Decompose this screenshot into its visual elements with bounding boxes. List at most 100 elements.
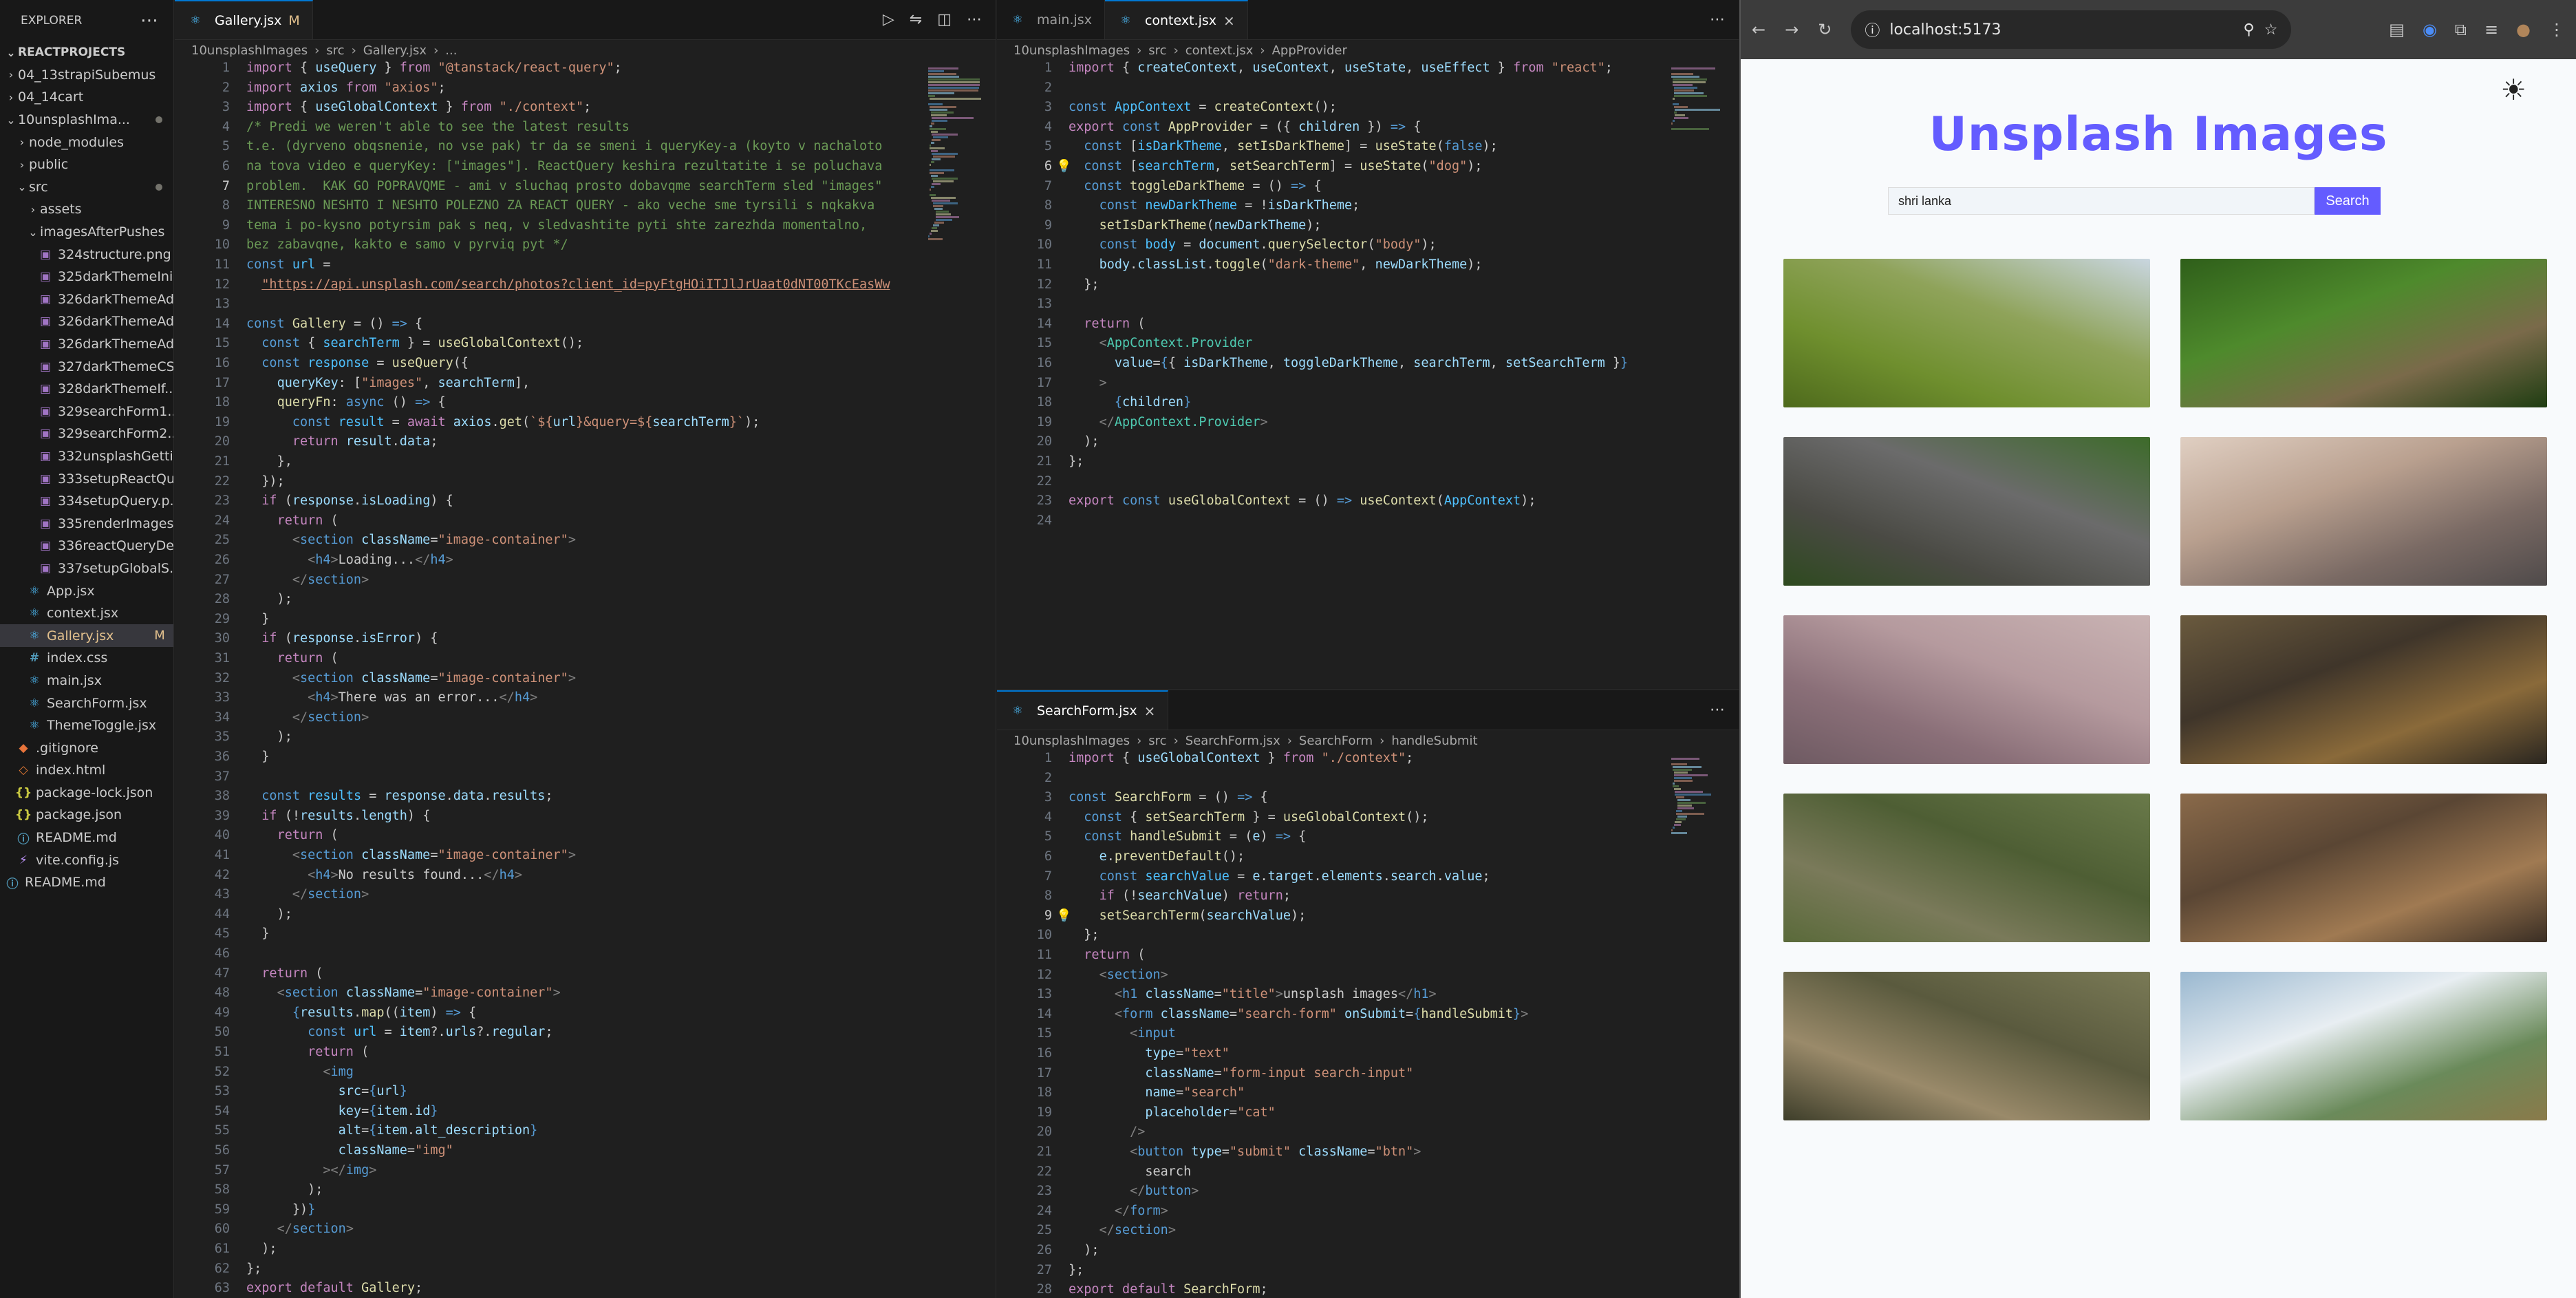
code-area[interactable]: 1 import { useGlobalContext } from "./con… — [997, 751, 1739, 1298]
breadcrumb-item[interactable]: 10unsplashImages — [191, 43, 308, 58]
tree-file[interactable]: ◆ .gitignore — [0, 736, 173, 759]
minimap-line — [929, 164, 932, 166]
tree-file[interactable]: ▣ 335renderImages... — [0, 512, 173, 535]
tree-file[interactable]: ◇ index.html — [0, 759, 173, 782]
code-area[interactable]: 1 import { createContext, useContext, use… — [997, 61, 1739, 689]
tree-file[interactable]: ▣ 327darkThemeCS... — [0, 355, 173, 378]
tree-file[interactable]: ⓘ README.md — [0, 871, 173, 894]
minimap-line — [1672, 766, 1702, 768]
lightbulb-icon[interactable]: 💡 — [1056, 908, 1071, 923]
tab-gallery[interactable]: ⚛ Gallery.jsx M — [175, 0, 313, 39]
tree-folder[interactable]: › assets — [0, 198, 173, 221]
minimap[interactable] — [1664, 61, 1739, 140]
breadcrumb-item[interactable]: 10unsplashImages — [1013, 734, 1130, 748]
address-bar[interactable]: ⓘ localhost:5173 ⚲ ☆ — [1851, 10, 2292, 49]
extensions-puzzle-icon[interactable]: ⧉ — [2455, 20, 2467, 39]
line-number: 2 — [1044, 80, 1052, 95]
more-actions-icon[interactable]: ⋯ — [1710, 701, 1725, 719]
reload-icon[interactable]: ↻ — [1818, 20, 1832, 39]
tree-file[interactable]: ⚛ ThemeToggle.jsx — [0, 714, 173, 737]
more-actions-icon[interactable]: ⋯ — [1710, 11, 1725, 28]
tree-file[interactable]: ▣ 336reactQueryDe... — [0, 535, 173, 557]
breadcrumb-item[interactable]: 10unsplashImages — [1013, 43, 1130, 58]
breadcrumb-item[interactable]: src — [1148, 734, 1166, 748]
tree-file[interactable]: ▣ 329searchForm1... — [0, 401, 173, 423]
tree-file[interactable]: ▣ 326darkThemeAd... — [0, 310, 173, 333]
bookmark-star-icon[interactable]: ☆ — [2264, 21, 2278, 39]
zoom-icon[interactable]: ⚲ — [2243, 21, 2254, 39]
minimap-line — [929, 128, 947, 130]
tab-searchform[interactable]: ⚛ SearchForm.jsx × — [997, 690, 1169, 730]
tree-file[interactable]: ⚡ vite.config.js — [0, 849, 173, 871]
tab-main-jsx[interactable]: ⚛ main.jsx — [997, 0, 1105, 39]
tree-folder[interactable]: › 04_13strapiSubemus — [0, 64, 173, 87]
tree-file[interactable]: ▣ 326darkThemeAd... — [0, 288, 173, 311]
tree-file[interactable]: ⚛ App.jsx — [0, 579, 173, 602]
tree-file[interactable]: ▣ 328darkThemeIf... — [0, 378, 173, 401]
more-actions-icon[interactable]: ⋯ — [967, 11, 982, 28]
tree-folder[interactable]: › public — [0, 153, 173, 176]
site-info-icon[interactable]: ⓘ — [1865, 19, 1880, 41]
tree-file[interactable]: ⓘ README.md — [0, 827, 173, 849]
more-actions-icon[interactable]: ⋯ — [140, 10, 160, 31]
breadcrumb-item[interactable]: AppProvider — [1272, 43, 1347, 58]
reading-mode-icon[interactable]: ▤ — [2389, 20, 2405, 39]
code-line: }, — [246, 454, 292, 469]
minimap-line — [1672, 81, 1706, 83]
lightbulb-icon[interactable]: 💡 — [1056, 159, 1071, 173]
tree-file[interactable]: ▣ 333setupReactQu... — [0, 467, 173, 490]
tree-file[interactable]: # index.css — [0, 647, 173, 670]
compare-changes-icon[interactable]: ⇋ — [910, 11, 922, 28]
tree-file[interactable]: ▣ 325darkThemeIni... — [0, 266, 173, 288]
extension-icon[interactable]: ◉ — [2423, 20, 2437, 39]
breadcrumb-item[interactable]: src — [326, 43, 344, 58]
tree-file[interactable]: ⚛ Gallery.jsx M — [0, 624, 173, 648]
run-icon[interactable]: ▷ — [883, 11, 894, 28]
breadcrumb-item[interactable]: handleSubmit — [1391, 734, 1477, 748]
line-number: 14 — [214, 316, 230, 331]
minimap[interactable] — [921, 61, 996, 248]
minimap-line — [929, 145, 932, 147]
tree-file[interactable]: {} package.json — [0, 804, 173, 827]
tree-folder[interactable]: › node_modules — [0, 131, 173, 153]
breadcrumb-separator-icon: › — [1287, 733, 1292, 748]
tree-file[interactable]: ▣ 332unsplashGetti... — [0, 445, 173, 468]
tree-file[interactable]: ▣ 334setupQuery.p... — [0, 490, 173, 513]
code-area[interactable]: 1 import { useQuery } from "@tanstack/rea… — [175, 61, 996, 1298]
split-editor-icon[interactable]: ◫ — [937, 11, 952, 28]
tree-file[interactable]: ▣ 329searchForm2.... — [0, 423, 173, 445]
tree-folder[interactable]: › 04_14cart — [0, 86, 173, 109]
tree-file[interactable]: ▣ 324structure.png — [0, 243, 173, 266]
tree-file[interactable]: {} package-lock.json — [0, 782, 173, 805]
tree-folder[interactable]: ⌄ src — [0, 176, 173, 199]
profile-avatar-icon[interactable]: ● — [2516, 20, 2531, 39]
tree-item-label: SearchForm.jsx — [47, 695, 147, 711]
search-button[interactable]: Search — [2315, 187, 2381, 215]
close-icon[interactable]: × — [1144, 703, 1156, 719]
project-root[interactable]: ⌄ REACTPROJECTS — [0, 41, 173, 64]
close-icon[interactable]: × — [1223, 12, 1235, 29]
theme-toggle-sun-icon[interactable]: ☀ — [2500, 73, 2526, 107]
tree-folder[interactable]: ⌄ imagesAfterPushes — [0, 221, 173, 244]
minimap-line — [1677, 807, 1695, 809]
tree-file[interactable]: ▣ 326darkThemeAd... — [0, 333, 173, 356]
breadcrumb-item[interactable]: Gallery.jsx — [363, 43, 427, 58]
tree-file[interactable]: ⚛ main.jsx — [0, 670, 173, 692]
breadcrumb-item[interactable]: SearchForm.jsx — [1185, 734, 1280, 748]
minimap[interactable] — [1664, 751, 1739, 842]
breadcrumb-item[interactable]: SearchForm — [1299, 734, 1373, 748]
tab-context-jsx[interactable]: ⚛ context.jsx × — [1104, 0, 1248, 39]
forward-icon[interactable]: → — [1785, 20, 1799, 39]
tree-file[interactable]: ▣ 337setupGlobalS... — [0, 557, 173, 580]
media-icon[interactable]: ≡ — [2484, 20, 2498, 39]
back-icon[interactable]: ← — [1752, 20, 1765, 39]
search-input[interactable] — [1888, 187, 2315, 215]
breadcrumb-item[interactable]: ... — [445, 43, 457, 58]
tree-file[interactable]: ⚛ SearchForm.jsx — [0, 692, 173, 714]
tree-file[interactable]: ⚛ context.jsx — [0, 602, 173, 625]
breadcrumb-item[interactable]: src — [1148, 43, 1166, 58]
code-line: export const AppProvider = ({ children }… — [1069, 119, 1421, 134]
tree-folder[interactable]: ⌄ 10unsplashIma... — [0, 109, 173, 131]
breadcrumb-item[interactable]: context.jsx — [1185, 43, 1254, 58]
menu-icon[interactable]: ⋮ — [2548, 20, 2565, 39]
